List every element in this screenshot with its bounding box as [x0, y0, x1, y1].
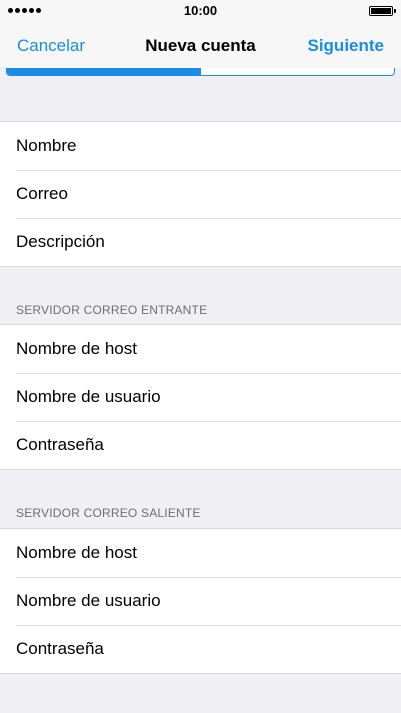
incoming-server-header: SERVIDOR CORREO ENTRANTE — [16, 303, 208, 317]
incoming-password-label: Contraseña — [16, 435, 104, 454]
description-field-label: Descripción — [16, 232, 105, 251]
name-field-label: Nombre — [16, 136, 77, 155]
outgoing-server-group: Nombre de host Nombre de usuario Contras… — [0, 528, 401, 674]
status-time: 10:00 — [183, 3, 218, 18]
name-field[interactable]: Nombre — [0, 122, 401, 170]
incoming-host-label: Nombre de host — [16, 339, 137, 358]
outgoing-host-label: Nombre de host — [16, 543, 137, 562]
outgoing-username-field[interactable]: Nombre de usuario — [0, 577, 401, 625]
next-button[interactable]: Siguiente — [307, 36, 384, 56]
incoming-username-label: Nombre de usuario — [16, 387, 161, 406]
incoming-host-field[interactable]: Nombre de host — [0, 325, 401, 373]
incoming-username-field[interactable]: Nombre de usuario — [0, 373, 401, 421]
progress-fill — [7, 68, 201, 75]
outgoing-password-label: Contraseña — [16, 639, 104, 658]
description-field[interactable]: Descripción — [0, 218, 401, 266]
email-field[interactable]: Correo — [0, 170, 401, 218]
setup-progress-bar — [6, 68, 395, 76]
account-info-group: Nombre Correo Descripción — [0, 121, 401, 267]
cancel-button[interactable]: Cancelar — [17, 36, 85, 56]
incoming-password-field[interactable]: Contraseña — [0, 421, 401, 469]
incoming-server-group: Nombre de host Nombre de usuario Contras… — [0, 324, 401, 470]
outgoing-username-label: Nombre de usuario — [16, 591, 161, 610]
email-field-label: Correo — [16, 184, 68, 203]
battery-icon — [369, 6, 396, 16]
status-bar: 10:00 — [0, 0, 401, 22]
outgoing-password-field[interactable]: Contraseña — [0, 625, 401, 673]
outgoing-host-field[interactable]: Nombre de host — [0, 529, 401, 577]
navigation-bar: Cancelar Nueva cuenta Siguiente — [0, 22, 401, 68]
outgoing-server-header: SERVIDOR CORREO SALIENTE — [16, 506, 201, 520]
